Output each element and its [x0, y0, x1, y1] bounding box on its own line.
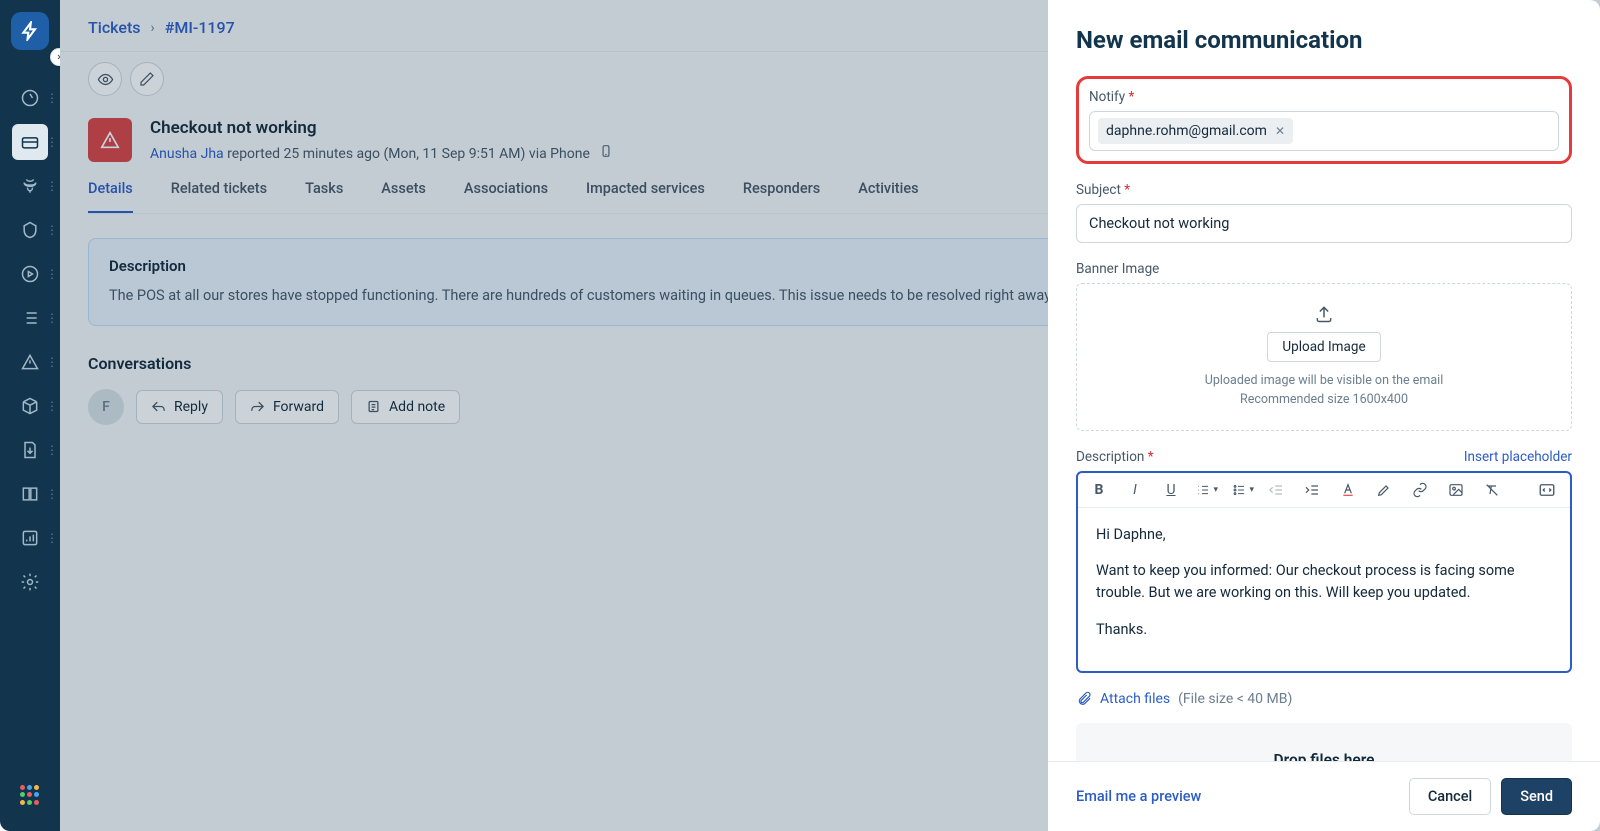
text-color-icon[interactable]: [1340, 482, 1362, 498]
nav-assets-icon[interactable]: ⋮: [12, 388, 48, 424]
clear-format-icon[interactable]: [1484, 482, 1506, 498]
attach-icon: [1076, 691, 1092, 707]
send-button[interactable]: Send: [1501, 778, 1572, 815]
notify-label: Notify *: [1089, 89, 1559, 105]
nav-settings-icon[interactable]: [12, 564, 48, 600]
nav-tickets-icon[interactable]: ⋮: [12, 124, 48, 160]
email-preview-link[interactable]: Email me a preview: [1076, 788, 1201, 805]
image-icon[interactable]: [1448, 482, 1470, 498]
body-line: Thanks.: [1096, 619, 1552, 641]
nav-alerts-icon[interactable]: ⋮: [12, 344, 48, 380]
nav-reports-icon[interactable]: ⋮: [12, 520, 48, 556]
notify-field-highlight: Notify * daphne.rohm@gmail.com ✕: [1076, 76, 1572, 164]
nav-knowledge-icon[interactable]: ⋮: [12, 476, 48, 512]
subject-label: Subject *: [1076, 182, 1572, 198]
upload-icon: [1314, 304, 1334, 324]
underline-icon[interactable]: U: [1160, 482, 1182, 498]
editor-toolbar: B I U ▾ ▾: [1078, 473, 1570, 508]
panel-footer: Email me a preview Cancel Send: [1048, 761, 1600, 831]
attach-files-link[interactable]: Attach files: [1100, 691, 1170, 707]
attach-row: Attach files (File size < 40 MB): [1076, 691, 1572, 707]
indent-icon[interactable]: [1304, 482, 1326, 498]
chip-text: daphne.rohm@gmail.com: [1106, 123, 1267, 139]
ordered-list-icon[interactable]: ▾: [1196, 482, 1218, 498]
app-logo[interactable]: [11, 12, 49, 50]
nav-problems-icon[interactable]: ⋮: [12, 168, 48, 204]
notify-chip: daphne.rohm@gmail.com ✕: [1098, 118, 1293, 144]
rich-text-editor: B I U ▾ ▾: [1076, 471, 1572, 674]
subject-input[interactable]: [1076, 204, 1572, 243]
editor-body[interactable]: Hi Daphne, Want to keep you informed: Ou…: [1078, 508, 1570, 672]
panel-title: New email communication: [1076, 26, 1572, 54]
sidebar: ⋮ ⋮ ⋮ ⋮ ⋮ ⋮ ⋮ ⋮: [0, 0, 60, 831]
link-icon[interactable]: [1412, 482, 1434, 498]
remove-chip-icon[interactable]: ✕: [1275, 124, 1285, 138]
file-dropzone[interactable]: Drop files here Make sure your file size…: [1076, 723, 1572, 761]
nav-download-icon[interactable]: ⋮: [12, 432, 48, 468]
nav-changes-icon[interactable]: ⋮: [12, 212, 48, 248]
banner-label: Banner Image: [1076, 261, 1572, 277]
banner-dropzone[interactable]: Upload Image Uploaded image will be visi…: [1076, 283, 1572, 431]
body-line: Hi Daphne,: [1096, 524, 1552, 546]
code-view-icon[interactable]: [1538, 481, 1560, 499]
insert-placeholder-link[interactable]: Insert placeholder: [1464, 449, 1572, 465]
drop-title: Drop files here: [1104, 751, 1544, 761]
cancel-button[interactable]: Cancel: [1409, 778, 1491, 815]
attach-size-hint: (File size < 40 MB): [1178, 691, 1292, 707]
italic-icon[interactable]: I: [1124, 482, 1146, 498]
email-panel: New email communication Notify * daphne.…: [1048, 0, 1600, 831]
nav-list-icon[interactable]: ⋮: [12, 300, 48, 336]
nav-releases-icon[interactable]: ⋮: [12, 256, 48, 292]
bold-icon[interactable]: B: [1088, 482, 1110, 498]
nav-dashboard-icon[interactable]: ⋮: [12, 80, 48, 116]
bullet-list-icon[interactable]: ▾: [1232, 482, 1254, 498]
highlight-icon[interactable]: [1376, 482, 1398, 498]
body-line: Want to keep you informed: Our checkout …: [1096, 560, 1552, 605]
notify-input[interactable]: daphne.rohm@gmail.com ✕: [1089, 111, 1559, 151]
outdent-icon[interactable]: [1268, 482, 1290, 498]
desc-label: Description *: [1076, 449, 1154, 465]
upload-image-button[interactable]: Upload Image: [1267, 332, 1380, 362]
nav-apps-icon[interactable]: [12, 777, 48, 813]
banner-hint: Uploaded image will be visible on the em…: [1097, 372, 1551, 410]
